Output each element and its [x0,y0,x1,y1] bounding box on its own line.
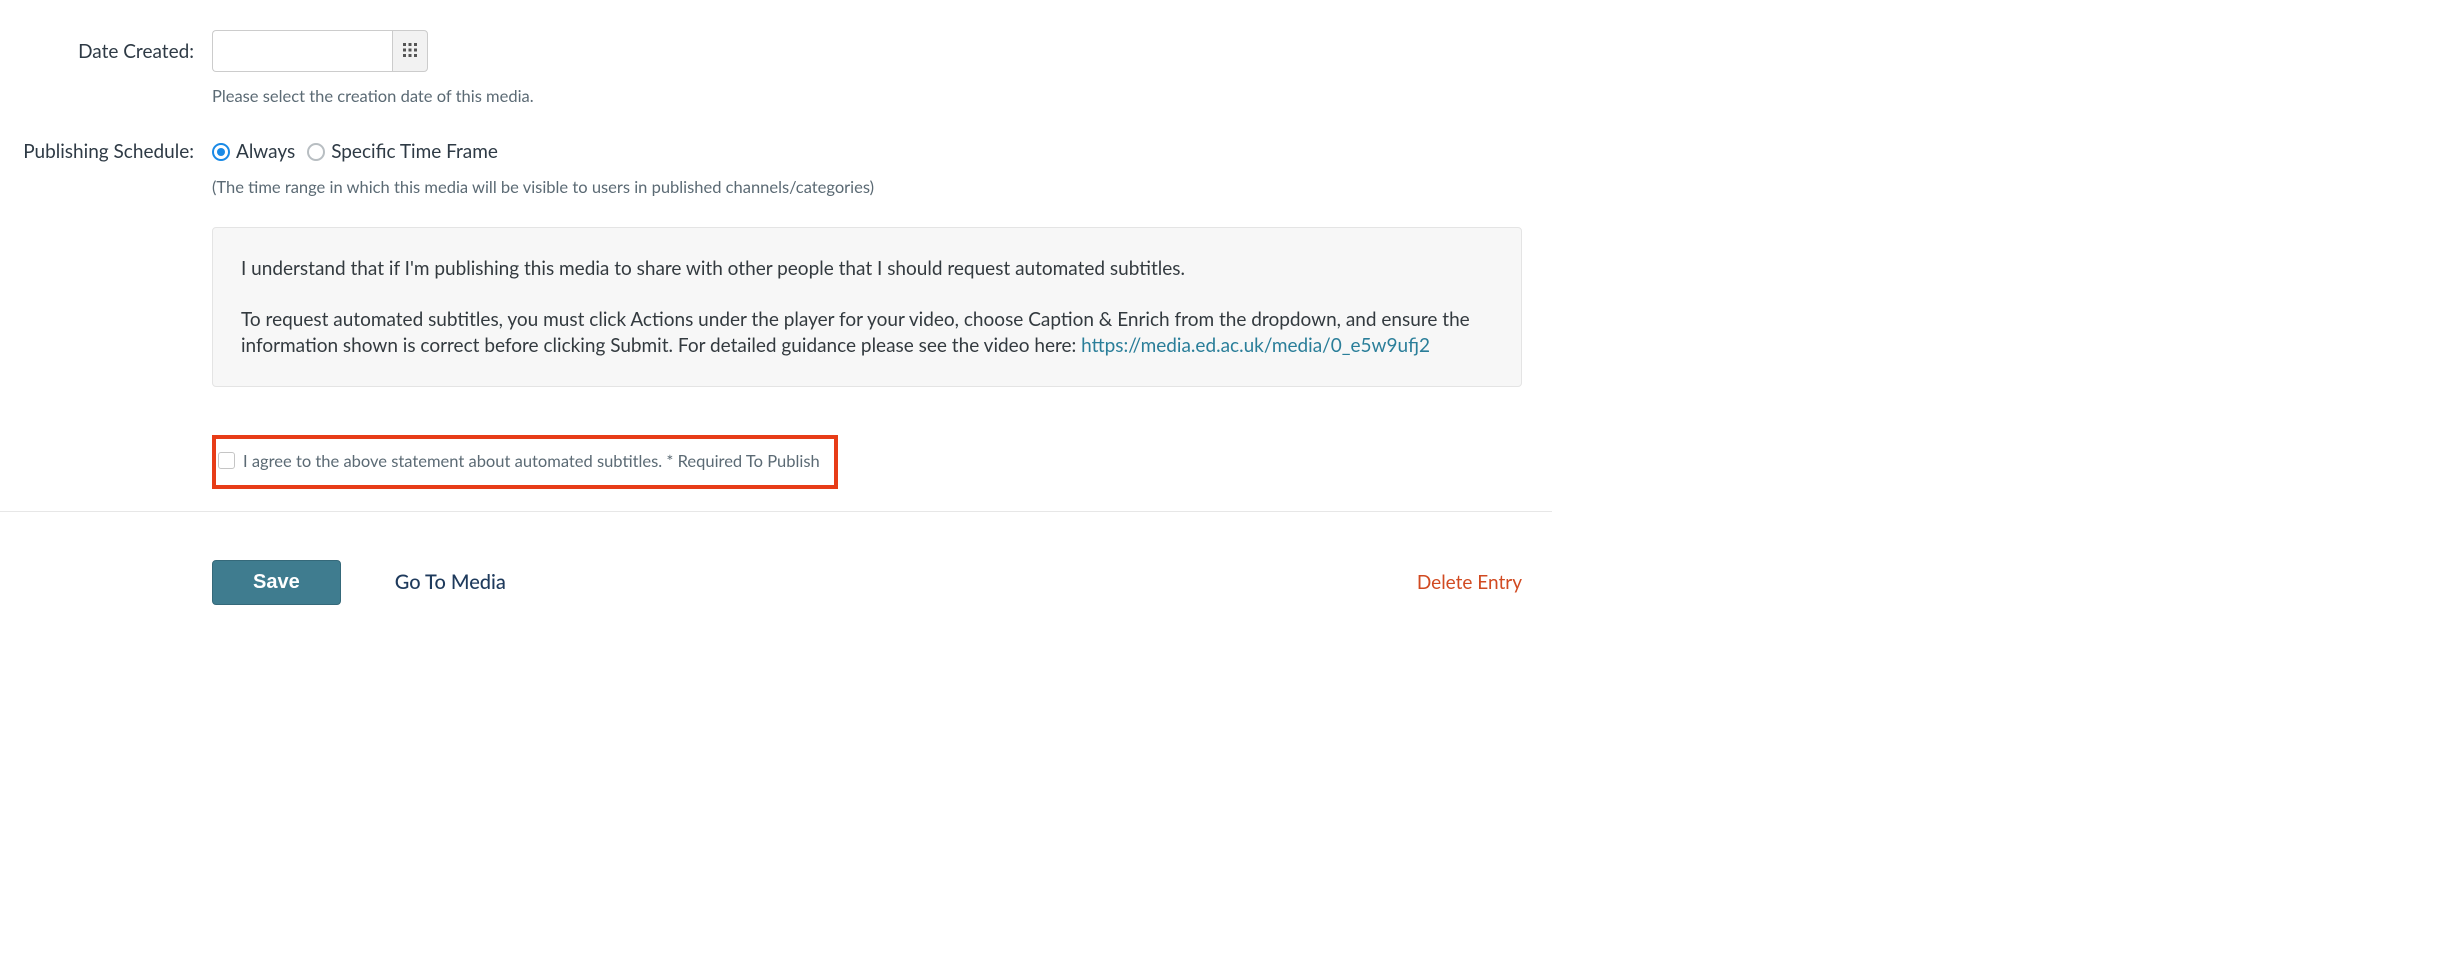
delete-entry-link[interactable]: Delete Entry [1417,571,1522,594]
calendar-grid-icon [403,43,417,60]
info-video-link[interactable]: https://media.ed.ac.uk/media/0_e5w9ufj2 [1081,334,1430,357]
subtitles-info-box: I understand that if I'm publishing this… [212,227,1522,387]
radio-checked-icon [212,143,230,161]
go-to-media-link[interactable]: Go To Media [395,570,506,594]
agree-text: I agree to the above statement about aut… [243,451,820,471]
date-created-input[interactable] [212,30,392,72]
publishing-specific-radio[interactable]: Specific Time Frame [307,140,498,163]
section-divider [0,511,1552,512]
date-created-label: Date Created: [0,30,212,63]
info-paragraph-1: I understand that if I'm publishing this… [241,256,1493,283]
publishing-always-label: Always [236,140,295,163]
publishing-always-radio[interactable]: Always [212,140,295,163]
publishing-schedule-help: (The time range in which this media will… [212,177,1522,197]
radio-unchecked-icon [307,143,325,161]
publishing-schedule-label: Publishing Schedule: [0,136,212,163]
date-created-help: Please select the creation date of this … [212,86,1522,106]
date-picker-button[interactable] [392,30,428,72]
save-button[interactable]: Save [212,560,341,605]
agree-checkbox[interactable] [218,452,235,469]
info-paragraph-2: To request automated subtitles, you must… [241,307,1493,360]
agree-highlight-box: I agree to the above statement about aut… [212,435,838,489]
publishing-specific-label: Specific Time Frame [331,140,498,163]
